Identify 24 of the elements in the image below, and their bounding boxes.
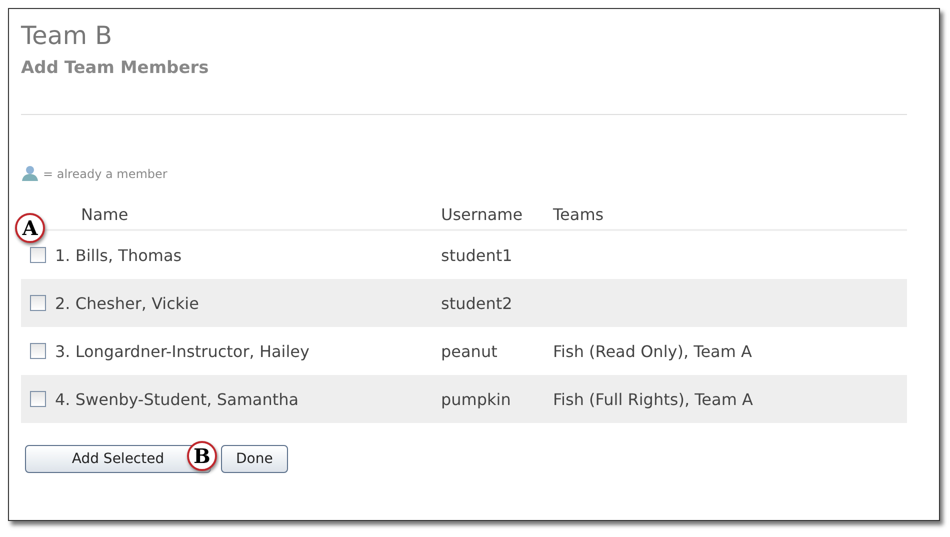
column-header: Username xyxy=(441,204,524,224)
name-cell-text: 4. Swenby-Student, Samantha xyxy=(55,390,300,408)
username-cell-text: pumpkin xyxy=(441,390,512,408)
checkbox[interactable] xyxy=(30,247,46,263)
name-cell-text: 1. Bills, Thomas xyxy=(55,246,183,264)
person-icon xyxy=(21,165,41,181)
checkbox[interactable] xyxy=(30,391,46,407)
username-cell-text: student2 xyxy=(441,294,514,312)
teams-cell: Fish (Read Only), Team A xyxy=(553,342,752,360)
teams-cell: Fish (Full Rights), Team A xyxy=(553,390,753,408)
callout-marker: B xyxy=(187,441,217,471)
done-button[interactable]: Done xyxy=(221,445,288,473)
username-cell-text: student1 xyxy=(441,246,514,264)
team-title: Team B xyxy=(21,21,114,50)
legend-text: = already a member xyxy=(43,167,168,181)
checkbox[interactable] xyxy=(30,295,46,311)
callout-marker: A xyxy=(15,213,45,243)
checkbox[interactable] xyxy=(30,343,46,359)
name-cell-text: 2. Chesher, Vickie xyxy=(55,294,200,312)
name-cell-text: 3. Longardner-Instructor, Hailey xyxy=(55,342,310,360)
column-header: Teams xyxy=(553,204,604,224)
page-subtitle: Add Team Members xyxy=(21,58,210,78)
username-cell-text: peanut xyxy=(441,342,498,360)
column-header: Name xyxy=(80,204,130,224)
